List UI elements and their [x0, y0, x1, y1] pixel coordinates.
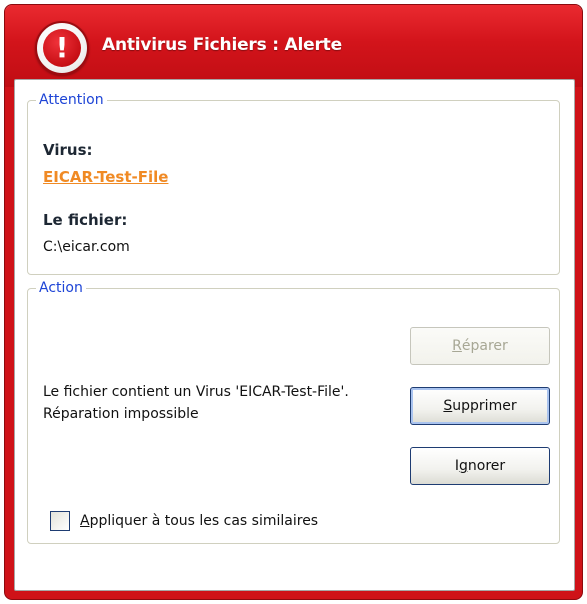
delete-label: upprimer [452, 398, 517, 414]
ignore-label-end: norer [467, 458, 506, 474]
result-message: Le fichier contient un Virus 'EICAR-Test… [43, 384, 349, 422]
delete-accel: S [443, 398, 453, 414]
virus-label: Virus: [43, 141, 93, 159]
file-path: C:\eicar.com [43, 239, 130, 255]
action-legend: Action [36, 278, 86, 298]
action-group: Action Réparer Le fichier contient un Vi… [27, 278, 560, 544]
virus-name-link[interactable]: EICAR-Test-File [43, 168, 168, 186]
exclamation-glyph: ! [55, 31, 69, 64]
attention-legend: Attention [36, 90, 107, 110]
window-title: Antivirus Fichiers : Alerte [102, 35, 342, 55]
repair-button[interactable]: Réparer [410, 327, 550, 365]
repair-label: éparer [461, 338, 508, 354]
ignore-button[interactable]: Ig norer [410, 447, 550, 485]
apply-all-option[interactable]: Appliquer à tous les cas similaires [50, 510, 318, 532]
apply-all-checkbox[interactable] [50, 511, 70, 531]
title-bar[interactable]: ! Antivirus Fichiers : Alerte [5, 5, 582, 87]
ignore-accel: g [458, 458, 468, 474]
dialog-body: Attention Virus: EICAR-Test-File Le fich… [14, 79, 575, 591]
file-label: Le fichier: [43, 211, 128, 229]
apply-all-accel: A [80, 513, 90, 529]
attention-group: Attention Virus: EICAR-Test-File Le fich… [27, 90, 560, 275]
alert-window: ! Antivirus Fichiers : Alerte Attention … [4, 4, 583, 600]
apply-all-label[interactable]: Appliquer à tous les cas similaires [80, 513, 318, 529]
delete-button[interactable]: Supprimer [410, 387, 550, 425]
repair-accel: R [452, 338, 462, 354]
alert-exclamation-icon: ! [35, 21, 89, 75]
apply-all-text: ppliquer à tous les cas similaires [89, 513, 319, 529]
